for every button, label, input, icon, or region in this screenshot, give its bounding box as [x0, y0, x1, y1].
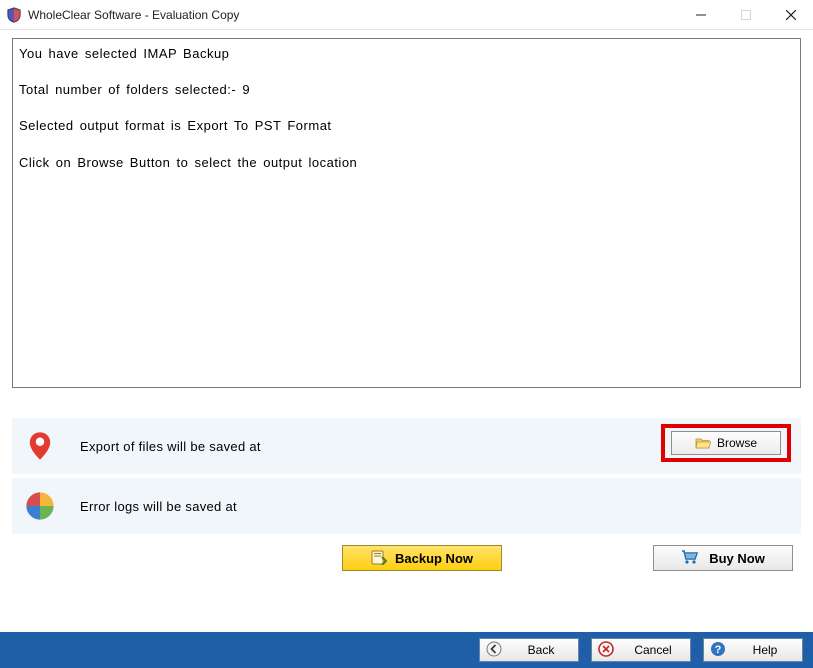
browse-highlight: Browse [661, 424, 791, 462]
errorlog-path-row: Error logs will be saved at [12, 478, 801, 534]
app-icon [6, 7, 22, 23]
export-path-row: Export of files will be saved at Browse [12, 418, 801, 474]
backup-now-button[interactable]: Backup Now [342, 545, 502, 571]
help-button[interactable]: ? Help [703, 638, 803, 662]
summary-line: Click on Browse Button to select the out… [19, 154, 794, 172]
output-paths-section: Export of files will be saved at Browse [12, 418, 801, 534]
summary-line: Selected output format is Export To PST … [19, 117, 794, 135]
footer-bar: Back Cancel ? Help [0, 632, 813, 668]
maximize-icon [741, 10, 751, 20]
buy-now-button[interactable]: Buy Now [653, 545, 793, 571]
pie-chart-icon [20, 486, 60, 526]
browse-button-label: Browse [717, 436, 757, 450]
summary-line: Total number of folders selected:- 9 [19, 81, 794, 99]
browse-button[interactable]: Browse [671, 431, 781, 455]
backup-icon [371, 549, 387, 568]
close-button[interactable] [768, 0, 813, 30]
cancel-label: Cancel [624, 643, 690, 657]
back-label: Back [512, 643, 578, 657]
minimize-icon [696, 10, 706, 20]
errorlog-path-label: Error logs will be saved at [80, 499, 237, 514]
window-controls [678, 0, 813, 30]
back-button[interactable]: Back [479, 638, 579, 662]
summary-panel: You have selected IMAP Backup Total numb… [12, 38, 801, 388]
cart-icon [681, 549, 699, 568]
window-title: WholeClear Software - Evaluation Copy [28, 8, 239, 22]
export-path-label: Export of files will be saved at [80, 439, 261, 454]
titlebar: WholeClear Software - Evaluation Copy [0, 0, 813, 30]
svg-text:?: ? [715, 644, 722, 656]
close-icon [786, 10, 796, 20]
location-pin-icon [20, 426, 60, 466]
help-label: Help [736, 643, 802, 657]
back-arrow-icon [486, 641, 502, 660]
backup-now-label: Backup Now [395, 551, 473, 566]
help-icon: ? [710, 641, 726, 660]
buy-now-label: Buy Now [709, 551, 765, 566]
summary-line: You have selected IMAP Backup [19, 45, 794, 63]
client-area: You have selected IMAP Backup Total numb… [0, 30, 813, 668]
action-row: Backup Now Buy Now [12, 542, 801, 574]
minimize-button[interactable] [678, 0, 723, 30]
cancel-icon [598, 641, 614, 660]
folder-open-icon [695, 436, 711, 450]
maximize-button [723, 0, 768, 30]
cancel-button[interactable]: Cancel [591, 638, 691, 662]
